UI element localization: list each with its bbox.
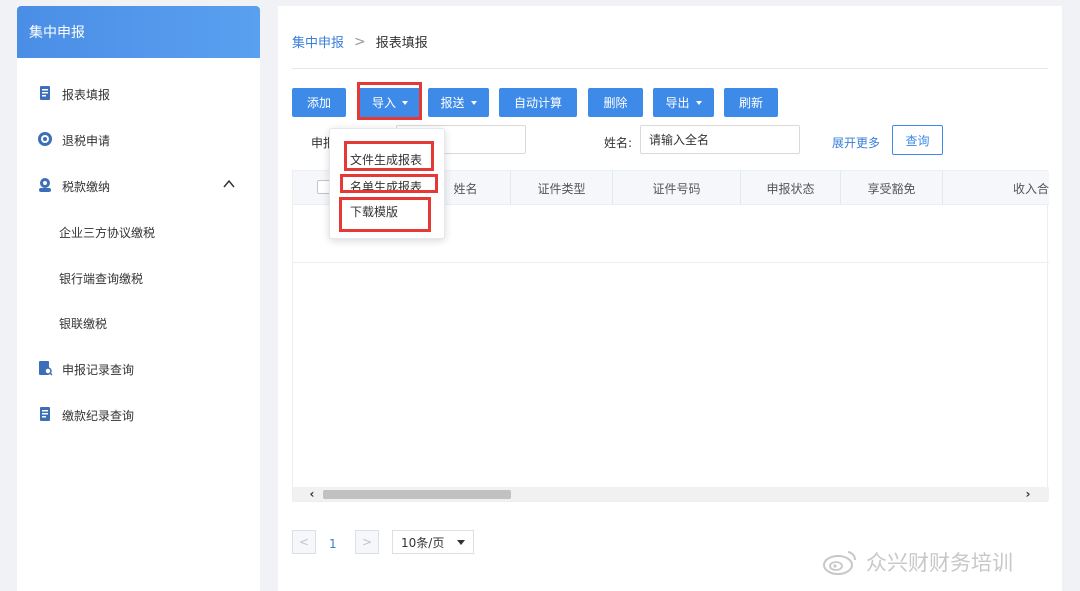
refresh-button[interactable]: 刷新 (724, 88, 778, 117)
sidebar-item-label: 税款缴纳 (62, 180, 111, 194)
column-header-income[interactable]: 收入合 (943, 171, 1049, 205)
refresh-button-label: 刷新 (738, 96, 763, 110)
page-size-select[interactable]: 10条/页 (392, 530, 474, 554)
column-header-status[interactable]: 申报状态 (741, 171, 841, 205)
add-button[interactable]: 添加 (292, 88, 346, 117)
breadcrumb-parent[interactable]: 集中申报 (292, 32, 344, 51)
scroll-left-icon[interactable]: ‹ (305, 487, 319, 501)
weibo-logo-icon (823, 551, 857, 575)
chevron-up-icon[interactable] (222, 177, 236, 191)
sidebar-item-payment-records[interactable]: 缴款纪录查询 (17, 399, 260, 429)
breadcrumb: 集中申报 > 报表填报 (292, 32, 428, 52)
scroll-right-icon[interactable]: › (1021, 487, 1035, 501)
auto-calc-button[interactable]: 自动计算 (499, 88, 577, 117)
submit-button-label: 报送 (440, 96, 465, 110)
sidebar-item-refund[interactable]: 退税申请 (17, 124, 260, 154)
export-button-label: 导出 (665, 96, 690, 110)
column-header-id-number[interactable]: 证件号码 (613, 171, 741, 205)
divider (292, 68, 1048, 69)
query-button[interactable]: 查询 (892, 125, 943, 155)
sidebar-item-label: 申报记录查询 (62, 363, 135, 377)
sidebar-item-label: 报表填报 (62, 88, 111, 102)
sidebar-item-label: 企业三方协议缴税 (59, 226, 156, 240)
caret-down-icon (457, 540, 465, 545)
breadcrumb-separator: > (354, 33, 366, 50)
column-header-exemption[interactable]: 享受豁免 (841, 171, 943, 205)
name-label: 姓名: (604, 136, 633, 150)
column-header-id-type[interactable]: 证件类型 (511, 171, 613, 205)
current-page[interactable]: 1 (329, 537, 337, 551)
sidebar: 集中申报 报表填报 退税申请 税款缴纳 企业三方协议缴税 银行端查询缴税 银联缴… (17, 6, 260, 591)
sidebar-item-tax-payment[interactable]: 税款缴纳 (17, 170, 260, 200)
prev-page-button[interactable]: < (292, 530, 316, 554)
caret-down-icon (470, 100, 477, 105)
scrollbar-thumb[interactable] (323, 490, 511, 499)
delete-button[interactable]: 删除 (588, 88, 643, 117)
page-size-value: 10条/页 (401, 535, 445, 550)
delete-button-label: 删除 (603, 96, 628, 110)
export-button[interactable]: 导出 (653, 88, 714, 117)
highlight-box (340, 174, 438, 193)
name-input[interactable]: 请输入全名 (640, 125, 800, 154)
sidebar-item-unionpay[interactable]: 银联缴税 (17, 307, 260, 337)
sidebar-item-label: 缴款纪录查询 (62, 409, 135, 423)
highlight-box (344, 141, 434, 171)
highlight-box (357, 82, 422, 120)
caret-down-icon (695, 100, 702, 105)
sidebar-item-label: 银联缴税 (59, 317, 108, 331)
highlight-box (339, 197, 431, 232)
record-search-icon (39, 361, 53, 376)
watermark-text: 众兴财财务培训 (866, 551, 1013, 575)
document-icon (40, 407, 50, 421)
document-icon (40, 86, 50, 100)
sidebar-item-bank-query[interactable]: 银行端查询缴税 (17, 262, 260, 292)
name-placeholder: 请输入全名 (649, 133, 710, 147)
submit-button[interactable]: 报送 (428, 88, 489, 117)
next-page-button[interactable]: > (355, 530, 379, 554)
sidebar-item-label: 退税申请 (62, 134, 111, 148)
sidebar-item-label: 银行端查询缴税 (59, 272, 144, 286)
tax-payment-icon (39, 178, 51, 192)
sidebar-header: 集中申报 (17, 6, 260, 58)
horizontal-scrollbar[interactable]: ‹ › (293, 487, 1049, 501)
sidebar-item-declaration-records[interactable]: 申报记录查询 (17, 353, 260, 383)
add-button-label: 添加 (306, 96, 331, 110)
watermark: 众兴财财务培训 (822, 547, 1013, 577)
sidebar-item-report-filling[interactable]: 报表填报 (17, 78, 260, 108)
auto-calc-button-label: 自动计算 (513, 96, 562, 110)
expand-more-link[interactable]: 展开更多 (832, 134, 880, 151)
breadcrumb-current: 报表填报 (375, 36, 428, 51)
refund-icon (38, 132, 52, 146)
row-divider (293, 262, 1049, 263)
sidebar-item-three-party[interactable]: 企业三方协议缴税 (17, 216, 260, 246)
query-button-label: 查询 (905, 133, 930, 148)
